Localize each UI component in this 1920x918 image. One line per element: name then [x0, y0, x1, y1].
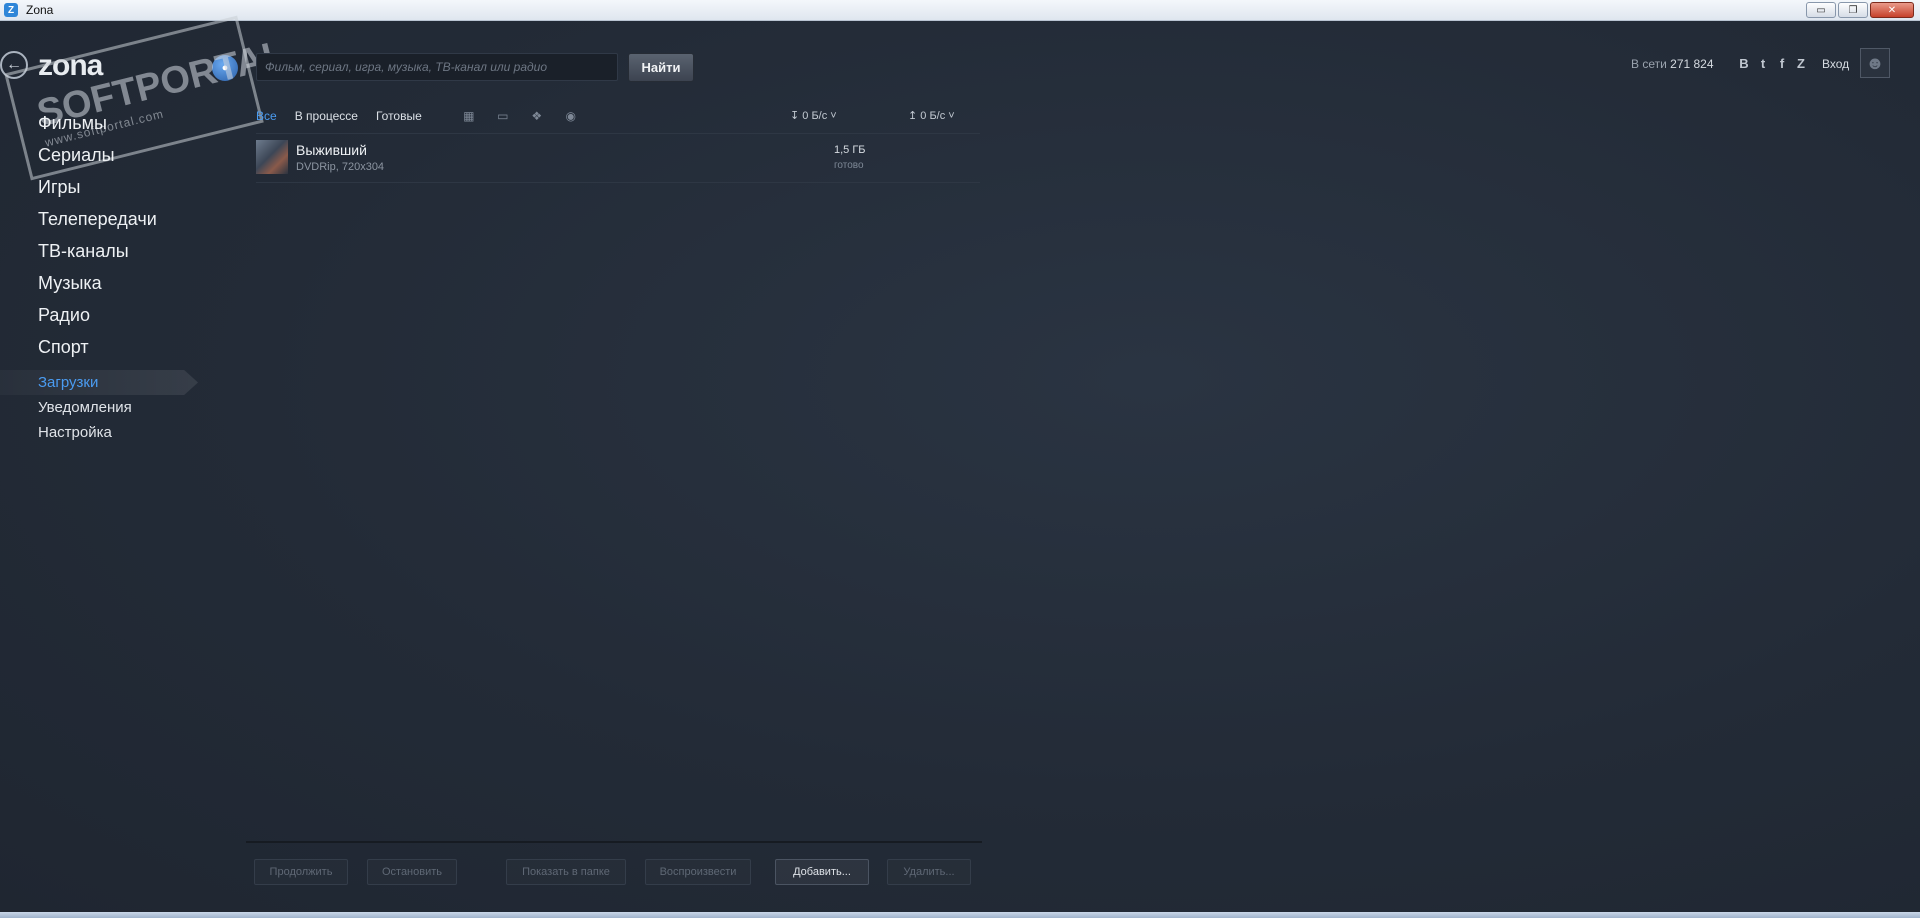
nav-item-notifications[interactable]: Уведомления: [0, 395, 198, 420]
nav-item-tv-shows[interactable]: Телепередачи: [38, 203, 157, 235]
tab-all[interactable]: Все: [256, 109, 277, 123]
secondary-nav: Загрузки Уведомления Настройка: [0, 370, 198, 445]
add-button[interactable]: Добавить...: [775, 859, 869, 885]
film-icon[interactable]: ▦: [462, 109, 476, 123]
download-title: Выживший: [296, 142, 367, 158]
online-counter: В сети 271 824: [1631, 57, 1714, 71]
tab-in-progress[interactable]: В процессе: [295, 109, 358, 123]
zona-social-icon[interactable]: Z: [1795, 56, 1807, 71]
twitter-icon[interactable]: t: [1757, 56, 1769, 71]
upload-speed-value: 0 Б/с: [920, 110, 946, 122]
gamepad-icon[interactable]: ❖: [530, 109, 544, 123]
tab-completed[interactable]: Готовые: [376, 109, 422, 123]
back-arrow-icon[interactable]: ←: [0, 51, 28, 79]
window-titlebar: Z Zona ▭ ❐ ✕: [0, 0, 1920, 21]
nav-item-series[interactable]: Сериалы: [38, 139, 157, 171]
headphones-icon[interactable]: ◉: [564, 109, 578, 123]
chevron-down-icon: ˅: [830, 110, 837, 122]
social-links: В t f Z: [1738, 56, 1807, 71]
facebook-icon[interactable]: f: [1776, 56, 1788, 71]
user-avatar-icon[interactable]: ☻: [1860, 48, 1890, 78]
divider: [246, 841, 982, 843]
upload-arrow-icon: ↥: [908, 110, 918, 122]
logo-badge-icon: ●: [212, 55, 238, 81]
login-link[interactable]: Вход: [1822, 57, 1849, 71]
nav-item-radio[interactable]: Радио: [38, 299, 157, 331]
window-title: Zona: [26, 3, 54, 17]
nav-item-games[interactable]: Игры: [38, 171, 157, 203]
nav-item-music[interactable]: Музыка: [38, 267, 157, 299]
nav-item-downloads[interactable]: Загрузки: [0, 370, 198, 395]
close-button[interactable]: ✕: [1870, 2, 1914, 18]
minimize-button[interactable]: ▭: [1806, 2, 1836, 18]
os-taskbar: [0, 912, 1920, 918]
nav-item-sport[interactable]: Спорт: [38, 331, 157, 363]
download-status: готово: [834, 160, 864, 171]
divider: [256, 182, 980, 183]
online-count: 271 824: [1670, 57, 1714, 71]
maximize-button[interactable]: ❐: [1838, 2, 1868, 18]
chevron-down-icon: ˅: [948, 110, 955, 122]
download-speed-value: 0 Б/с: [802, 110, 828, 122]
window-controls: ▭ ❐ ✕: [1806, 2, 1914, 18]
nav-item-settings[interactable]: Настройка: [0, 420, 198, 445]
search-button[interactable]: Найти: [628, 53, 694, 82]
download-arrow-icon: ↧: [790, 110, 800, 122]
download-row[interactable]: Выживший DVDRip, 720x304 1,5 ГБ готово: [256, 136, 980, 182]
type-filters: ▦ ▭ ❖ ◉: [462, 109, 578, 123]
downloads-tabs: Все В процессе Готовые ▦ ▭ ❖ ◉: [256, 109, 578, 123]
play-button[interactable]: Воспроизвести: [645, 859, 751, 885]
download-size: 1,5 ГБ: [834, 144, 866, 156]
tv-icon[interactable]: ▭: [496, 109, 510, 123]
show-in-folder-button[interactable]: Показать в папке: [506, 859, 626, 885]
vk-icon[interactable]: В: [1738, 56, 1750, 71]
nav-item-tv-channels[interactable]: ТВ-каналы: [38, 235, 157, 267]
download-quality: DVDRip, 720x304: [296, 161, 385, 173]
delete-button[interactable]: Удалить...: [887, 859, 971, 885]
nav-item-films[interactable]: Фильмы: [38, 107, 157, 139]
zona-app-icon: Z: [4, 3, 18, 17]
download-speed[interactable]: ↧ 0 Б/с ˅: [790, 109, 837, 122]
stop-button[interactable]: Остановить: [367, 859, 457, 885]
upload-speed[interactable]: ↥ 0 Б/с ˅: [908, 109, 955, 122]
divider: [256, 133, 980, 134]
resume-button[interactable]: Продолжить: [254, 859, 348, 885]
search-input[interactable]: [256, 53, 618, 81]
zona-logo[interactable]: zona: [38, 49, 103, 83]
main-nav: Фильмы Сериалы Игры Телепередачи ТВ-кана…: [38, 107, 157, 363]
online-label: В сети: [1631, 57, 1667, 71]
movie-thumbnail: [256, 140, 288, 174]
app-window: ← zona ● SOFTPORTAL www.softportal.com Н…: [0, 15, 1920, 912]
